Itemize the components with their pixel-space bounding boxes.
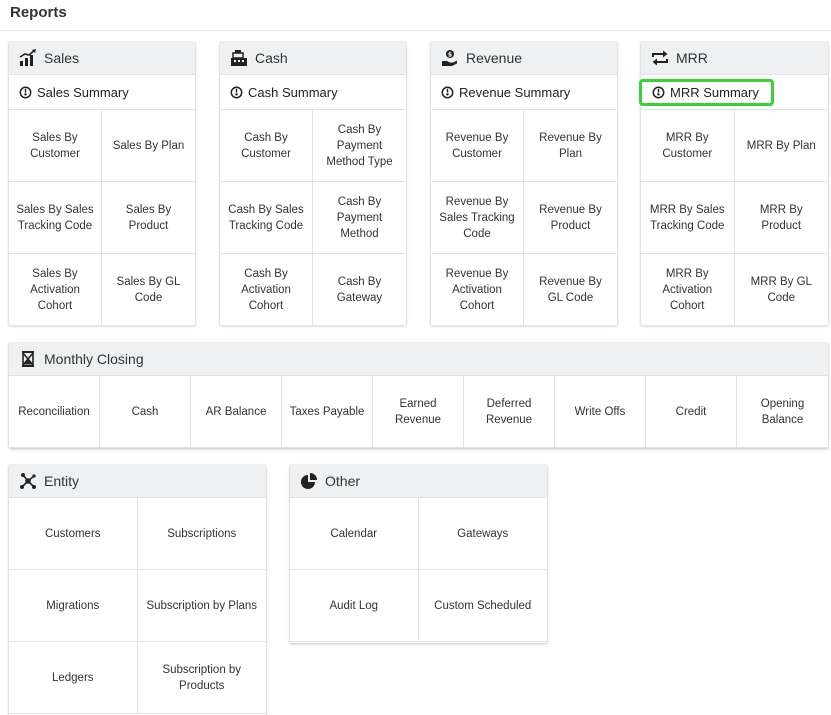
mrr-title: MRR	[676, 50, 708, 66]
report-credit[interactable]: Credit	[646, 376, 737, 448]
hourglass-icon	[22, 350, 34, 368]
cash-summary-row: Cash Summary	[220, 75, 406, 110]
report-revenue-by-activation-cohort[interactable]: Revenue By Activation Cohort	[431, 254, 524, 326]
report-deferred-revenue[interactable]: Deferred Revenue	[464, 376, 555, 448]
report-revenue-by-customer[interactable]: Revenue By Customer	[431, 110, 524, 182]
mrr-summary-label: MRR Summary	[670, 84, 759, 100]
sales-summary-link[interactable]: Sales Summary	[19, 85, 129, 100]
revenue-summary-row: Revenue Summary	[431, 75, 617, 110]
revenue-summary-label: Revenue Summary	[459, 84, 571, 100]
entity-card: Entity Customers Subscriptions Migration…	[9, 465, 266, 715]
report-cash-by-tracking-code[interactable]: Cash By Sales Tracking Code	[220, 182, 313, 254]
report-mrr-by-gl-code[interactable]: MRR By GL Code	[734, 254, 828, 326]
report-ledgers[interactable]: Ledgers	[9, 642, 138, 714]
cash-title: Cash	[255, 50, 288, 66]
speedometer-icon	[19, 86, 32, 98]
page-title: Reports	[0, 0, 831, 31]
sales-summary-label: Sales Summary	[37, 84, 129, 100]
report-audit-log[interactable]: Audit Log	[290, 570, 419, 642]
mrr-summary-row: MRR Summary	[639, 75, 828, 110]
repeat-icon	[652, 50, 668, 66]
report-calendar[interactable]: Calendar	[290, 498, 419, 570]
hand-coin-icon: $	[442, 50, 457, 66]
speedometer-icon	[230, 86, 243, 98]
cash-card: Cash Cash Summary Cash By Customer Cash …	[220, 42, 406, 326]
sales-card-header: Sales	[9, 42, 195, 75]
report-taxes-payable[interactable]: Taxes Payable	[282, 376, 373, 448]
network-icon	[20, 473, 36, 489]
mrr-card: MRR MRR Summary MRR By Customer MRR By P…	[639, 42, 828, 326]
entity-report-grid: Customers Subscriptions Migrations Subsc…	[9, 498, 266, 714]
report-migrations[interactable]: Migrations	[9, 570, 138, 642]
report-write-offs[interactable]: Write Offs	[555, 376, 646, 448]
report-earned-revenue[interactable]: Earned Revenue	[373, 376, 464, 448]
other-card-header: Other	[290, 465, 547, 498]
report-sales-by-plan[interactable]: Sales By Plan	[102, 110, 195, 182]
mrr-card-header: MRR	[641, 42, 828, 75]
mrr-summary-link[interactable]: MRR Summary	[639, 78, 774, 106]
report-reconciliation[interactable]: Reconciliation	[9, 376, 100, 448]
report-mrr-by-customer[interactable]: MRR By Customer	[641, 110, 735, 182]
report-opening-balance[interactable]: Opening Balance	[737, 376, 828, 448]
report-revenue-by-gl-code[interactable]: Revenue By GL Code	[524, 254, 617, 326]
report-ar-balance[interactable]: AR Balance	[191, 376, 282, 448]
speedometer-icon	[441, 86, 454, 98]
report-cash-by-payment-method[interactable]: Cash By Payment Method	[313, 182, 406, 254]
report-revenue-by-product[interactable]: Revenue By Product	[524, 182, 617, 254]
cash-report-grid: Cash By Customer Cash By Payment Method …	[220, 110, 406, 326]
sales-title: Sales	[44, 50, 80, 66]
report-mrr-by-activation-cohort[interactable]: MRR By Activation Cohort	[641, 254, 735, 326]
report-mrr-by-plan[interactable]: MRR By Plan	[734, 110, 828, 182]
report-sales-by-customer[interactable]: Sales By Customer	[9, 110, 102, 182]
monthly-closing-title: Monthly Closing	[44, 351, 144, 367]
sales-card: Sales Sales Summary Sales By Customer Sa…	[9, 42, 195, 326]
revenue-report-grid: Revenue By Customer Revenue By Plan Reve…	[431, 110, 617, 326]
monthly-closing-header: Monthly Closing	[9, 343, 828, 376]
report-sales-by-gl-code[interactable]: Sales By GL Code	[102, 254, 195, 326]
revenue-card: $ Revenue Revenue Summary Revenue By Cus…	[431, 42, 617, 326]
report-custom-scheduled[interactable]: Custom Scheduled	[418, 570, 547, 642]
report-subscription-by-products[interactable]: Subscription by Products	[137, 642, 266, 714]
report-subscriptions[interactable]: Subscriptions	[137, 498, 266, 570]
report-revenue-by-plan[interactable]: Revenue By Plan	[524, 110, 617, 182]
mrr-report-grid: MRR By Customer MRR By Plan MRR By Sales…	[641, 110, 828, 326]
other-card: Other Calendar Gateways Audit Log Custom…	[290, 465, 547, 643]
report-cash-by-gateway[interactable]: Cash By Gateway	[313, 254, 406, 326]
report-cash-by-payment-method-type[interactable]: Cash By Payment Method Type	[313, 110, 406, 182]
entity-card-header: Entity	[9, 465, 266, 498]
svg-text:$: $	[448, 51, 452, 58]
report-closing-cash[interactable]: Cash	[100, 376, 191, 448]
report-revenue-by-tracking-code[interactable]: Revenue By Sales Tracking Code	[431, 182, 524, 254]
other-report-grid: Calendar Gateways Audit Log Custom Sched…	[290, 498, 547, 642]
cash-register-icon	[231, 50, 247, 66]
report-sales-by-tracking-code[interactable]: Sales By Sales Tracking Code	[9, 182, 102, 254]
revenue-summary-link[interactable]: Revenue Summary	[441, 85, 570, 100]
pie-chart-icon	[301, 473, 317, 489]
revenue-card-header: $ Revenue	[431, 42, 617, 75]
revenue-title: Revenue	[466, 50, 523, 66]
report-gateways[interactable]: Gateways	[418, 498, 547, 570]
report-sales-by-activation-cohort[interactable]: Sales By Activation Cohort	[9, 254, 102, 326]
entity-title: Entity	[44, 473, 80, 489]
monthly-closing-card: Monthly Closing Reconciliation Cash AR B…	[9, 343, 828, 448]
report-mrr-by-product[interactable]: MRR By Product	[734, 182, 828, 254]
report-cash-by-activation-cohort[interactable]: Cash By Activation Cohort	[220, 254, 313, 326]
monthly-closing-row: Reconciliation Cash AR Balance Taxes Pay…	[9, 376, 828, 448]
sales-report-grid: Sales By Customer Sales By Plan Sales By…	[9, 110, 195, 326]
report-customers[interactable]: Customers	[9, 498, 138, 570]
other-title: Other	[325, 473, 361, 489]
report-mrr-by-tracking-code[interactable]: MRR By Sales Tracking Code	[641, 182, 735, 254]
cash-card-header: Cash	[220, 42, 406, 75]
report-cash-by-customer[interactable]: Cash By Customer	[220, 110, 313, 182]
speedometer-icon	[652, 86, 665, 98]
sales-summary-row: Sales Summary	[9, 75, 195, 110]
cash-summary-link[interactable]: Cash Summary	[230, 85, 338, 100]
report-sales-by-product[interactable]: Sales By Product	[102, 182, 195, 254]
report-subscription-by-plans[interactable]: Subscription by Plans	[137, 570, 266, 642]
cash-summary-label: Cash Summary	[248, 84, 338, 100]
bar-chart-icon	[19, 49, 36, 66]
